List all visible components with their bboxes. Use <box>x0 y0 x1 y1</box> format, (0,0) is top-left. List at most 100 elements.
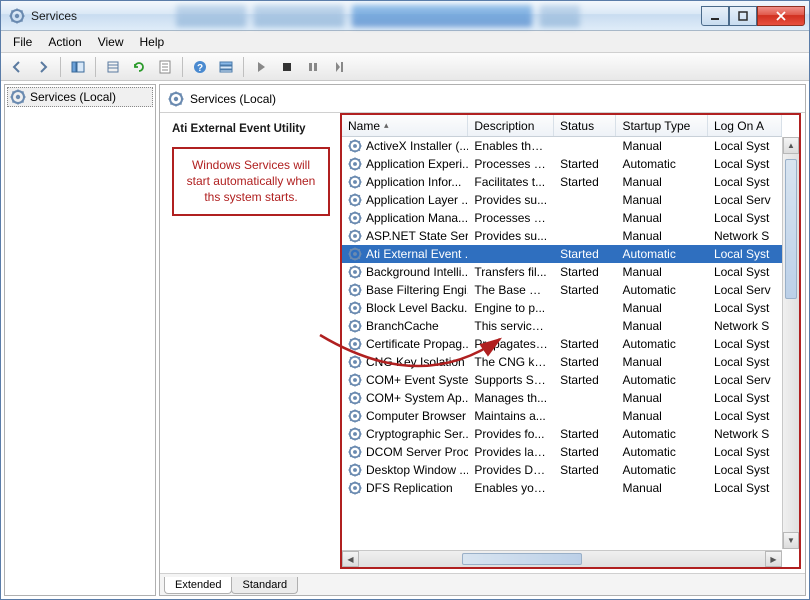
show-hide-tree-button[interactable] <box>66 55 90 79</box>
service-row[interactable]: ASP.NET State Ser...Provides su...Manual… <box>342 227 782 245</box>
stop-service-button[interactable] <box>275 55 299 79</box>
service-row[interactable]: Cryptographic Ser...Provides fo...Starte… <box>342 425 782 443</box>
service-row[interactable]: Block Level Backu...Engine to p...Manual… <box>342 299 782 317</box>
service-logon: Network S <box>708 229 782 243</box>
service-name: Base Filtering Engi... <box>366 283 468 297</box>
column-header-logon[interactable]: Log On A <box>708 115 782 136</box>
start-service-button[interactable] <box>249 55 273 79</box>
service-row[interactable]: Ati External Event ...StartedAutomaticLo… <box>342 245 782 263</box>
tree-item-services-local[interactable]: Services (Local) <box>7 87 153 107</box>
service-row[interactable]: Computer BrowserMaintains a...ManualLoca… <box>342 407 782 425</box>
scroll-down-button[interactable]: ▼ <box>783 532 799 549</box>
refresh-button[interactable] <box>127 55 151 79</box>
service-icon <box>348 427 362 441</box>
service-description: The CNG ke... <box>468 355 554 369</box>
hscroll-thumb[interactable] <box>462 553 582 565</box>
horizontal-scrollbar[interactable]: ◀ ▶ <box>342 550 782 567</box>
service-logon: Local Serv <box>708 193 782 207</box>
menu-help[interactable]: Help <box>132 33 173 51</box>
service-icon <box>348 247 362 261</box>
vertical-scrollbar[interactable]: ▲ ▼ <box>782 137 799 549</box>
scroll-right-button[interactable]: ▶ <box>765 551 782 567</box>
close-button[interactable] <box>757 6 805 26</box>
service-row[interactable]: Base Filtering Engi...The Base Fil...Sta… <box>342 281 782 299</box>
column-header-status[interactable]: Status <box>554 115 616 136</box>
tab-extended[interactable]: Extended <box>164 577 232 594</box>
service-description: Processes in... <box>468 211 554 225</box>
service-icon <box>348 265 362 279</box>
maximize-button[interactable] <box>729 6 757 26</box>
service-name: Application Layer ... <box>366 193 468 207</box>
service-row[interactable]: Background Intelli...Transfers fil...Sta… <box>342 263 782 281</box>
service-description: Maintains a... <box>468 409 554 423</box>
service-startup-type: Manual <box>616 211 707 225</box>
service-logon: Local Syst <box>708 445 782 459</box>
service-name: Block Level Backu... <box>366 301 468 315</box>
service-row[interactable]: CNG Key IsolationThe CNG ke...StartedMan… <box>342 353 782 371</box>
service-description: Provides su... <box>468 229 554 243</box>
service-row[interactable]: DCOM Server Proc...Provides lau...Starte… <box>342 443 782 461</box>
titlebar[interactable]: Services <box>1 1 809 31</box>
service-startup-type: Automatic <box>616 337 707 351</box>
tab-standard[interactable]: Standard <box>231 577 298 594</box>
service-logon: Network S <box>708 427 782 441</box>
service-name: Application Experi... <box>366 157 468 171</box>
service-description: Enables you... <box>468 481 554 495</box>
scroll-left-button[interactable]: ◀ <box>342 551 359 567</box>
forward-button[interactable] <box>31 55 55 79</box>
services-icon <box>10 89 26 105</box>
service-logon: Local Syst <box>708 409 782 423</box>
scroll-thumb[interactable] <box>785 159 797 299</box>
service-logon: Local Serv <box>708 373 782 387</box>
service-row[interactable]: Application Mana...Processes in... Manual… <box>342 209 782 227</box>
service-status: Started <box>554 445 616 459</box>
service-row[interactable]: COM+ System Ap...Manages th...ManualLoca… <box>342 389 782 407</box>
service-row[interactable]: COM+ Event Syste...Supports Sy...Started… <box>342 371 782 389</box>
service-row[interactable]: Application Layer ...Provides su...Manua… <box>342 191 782 209</box>
column-header-name[interactable]: Name <box>342 115 468 136</box>
column-headers: Name Description Status Startup Type Log… <box>342 115 782 137</box>
column-header-startup[interactable]: Startup Type <box>616 115 707 136</box>
service-row[interactable]: Desktop Window ...Provides De...StartedA… <box>342 461 782 479</box>
help-button[interactable]: ? <box>188 55 212 79</box>
tree-panel: Services (Local) <box>4 84 156 596</box>
scroll-up-button[interactable]: ▲ <box>783 137 799 154</box>
menu-file[interactable]: File <box>5 33 40 51</box>
service-icon <box>348 157 362 171</box>
column-header-description[interactable]: Description <box>468 115 554 136</box>
service-name: DCOM Server Proc... <box>366 445 468 459</box>
service-icon <box>348 301 362 315</box>
back-button[interactable] <box>5 55 29 79</box>
properties-button[interactable] <box>153 55 177 79</box>
service-icon <box>348 283 362 297</box>
service-row[interactable]: BranchCacheThis service ...ManualNetwork… <box>342 317 782 335</box>
pause-service-button[interactable] <box>301 55 325 79</box>
service-status: Started <box>554 427 616 441</box>
detail-column: Ati External Event Utility Windows Servi… <box>160 113 340 573</box>
menu-view[interactable]: View <box>90 33 132 51</box>
export-list-button[interactable] <box>101 55 125 79</box>
service-logon: Local Syst <box>708 481 782 495</box>
service-icon <box>348 139 362 153</box>
service-row[interactable]: Certificate Propag...Propagates ...Start… <box>342 335 782 353</box>
service-name: Application Mana... <box>366 211 468 225</box>
service-name: BranchCache <box>366 319 439 333</box>
minimize-button[interactable] <box>701 6 729 26</box>
restart-service-button[interactable] <box>327 55 351 79</box>
service-description: Provides De... <box>468 463 554 477</box>
service-icon <box>348 463 362 477</box>
service-description: Propagates ... <box>468 337 554 351</box>
menu-action[interactable]: Action <box>40 33 89 51</box>
service-logon: Local Syst <box>708 247 782 261</box>
service-startup-type: Manual <box>616 301 707 315</box>
service-row[interactable]: Application Infor...Facilitates t...Star… <box>342 173 782 191</box>
service-name: COM+ System Ap... <box>366 391 468 405</box>
service-row[interactable]: DFS ReplicationEnables you...ManualLocal… <box>342 479 782 497</box>
service-row[interactable]: ActiveX Installer (...Enables the ...Man… <box>342 137 782 155</box>
filter-button[interactable] <box>214 55 238 79</box>
service-description: Processes a... <box>468 157 554 171</box>
service-row[interactable]: Application Experi...Processes a...Start… <box>342 155 782 173</box>
service-status: Started <box>554 283 616 297</box>
services-app-icon <box>9 8 25 24</box>
service-startup-type: Manual <box>616 391 707 405</box>
